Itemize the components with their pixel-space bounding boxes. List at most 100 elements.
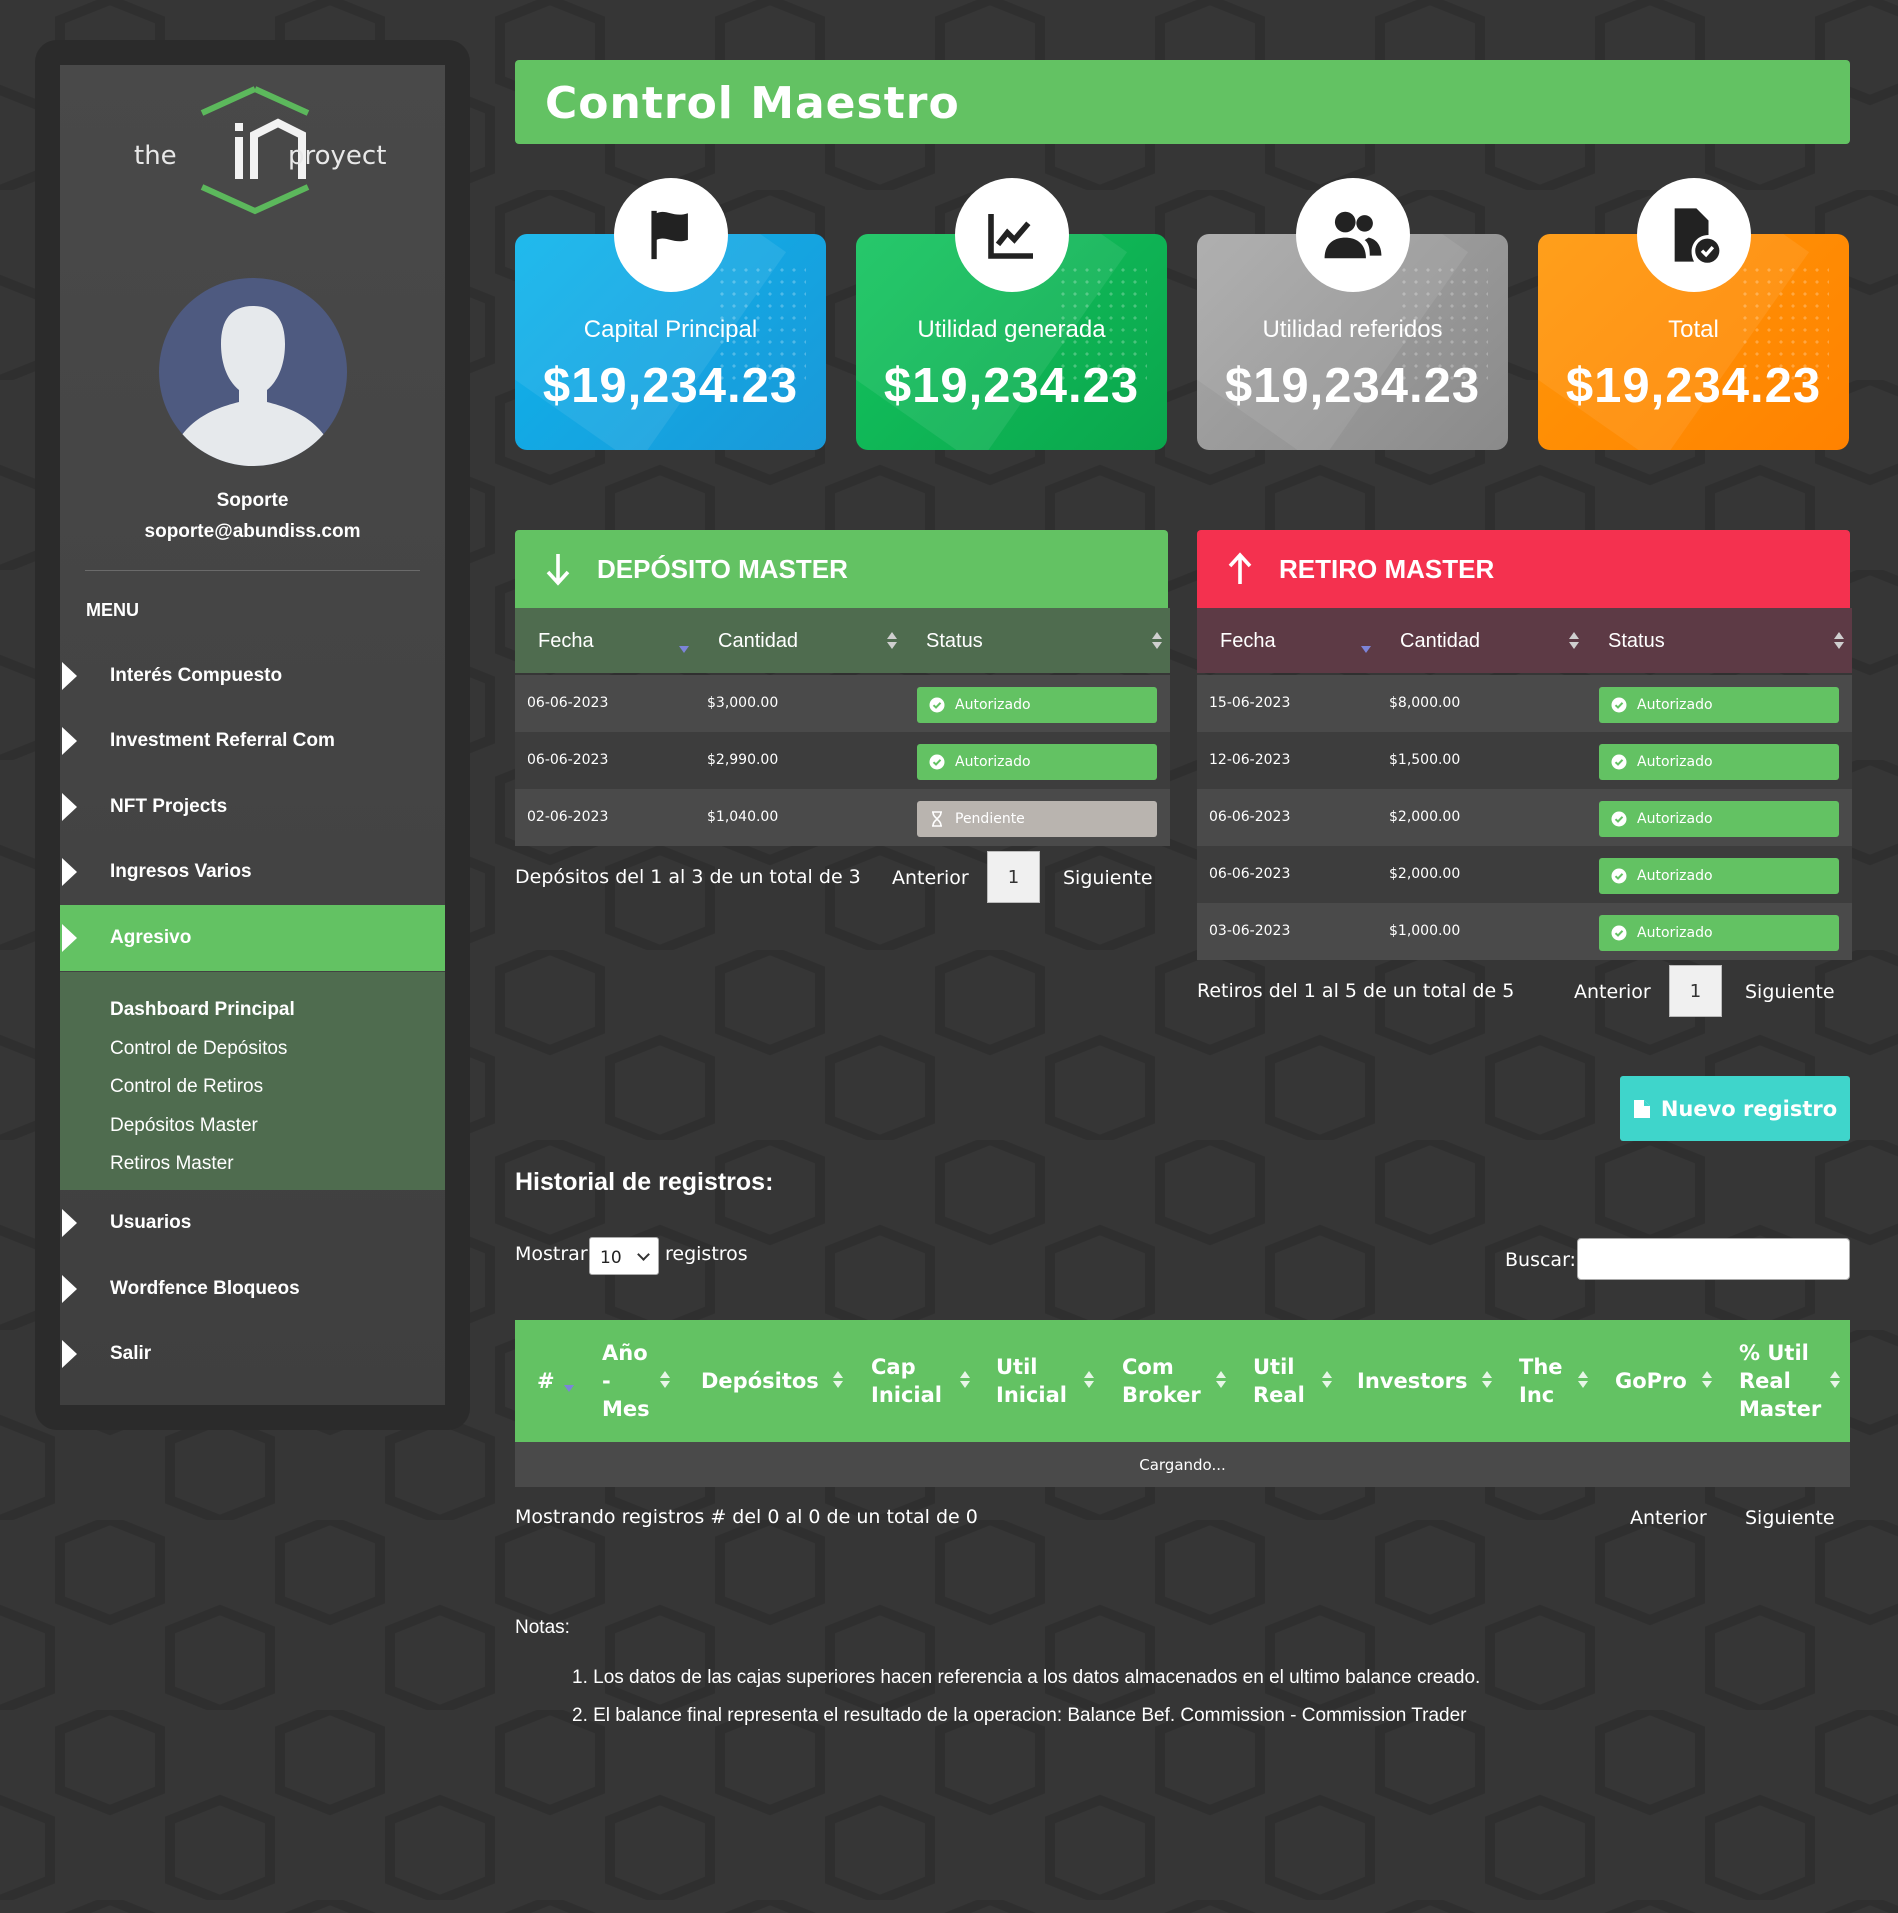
cell-cantidad: $1,040.00 <box>707 809 779 825</box>
deposit-table-header: Fecha Cantidad Status <box>515 608 1170 673</box>
column-header-line: Inicial <box>996 1383 1067 1407</box>
status-badge: Autorizado <box>1599 801 1839 837</box>
deposit-prev-button[interactable]: Anterior <box>892 867 969 889</box>
sort-icon[interactable] <box>1569 632 1579 652</box>
column-header-status[interactable]: Status <box>926 630 983 653</box>
column-header[interactable]: Cap Inicial <box>871 1353 942 1409</box>
sort-icon[interactable] <box>960 1371 970 1391</box>
card-value: $19,234.23 <box>1224 359 1481 413</box>
page-title: Control Maestro <box>545 78 960 129</box>
table-row: 06-06-2023 $3,000.00 Autorizado <box>515 675 1170 732</box>
column-header[interactable]: Depósitos <box>701 1367 819 1395</box>
column-header[interactable]: Año - Mes <box>602 1339 650 1423</box>
page-title-bar: Control Maestro <box>515 60 1850 144</box>
sort-icon[interactable] <box>1216 1371 1226 1391</box>
sort-icon[interactable] <box>1578 1371 1588 1391</box>
column-header-line: Util <box>1253 1355 1295 1379</box>
column-header[interactable]: Com Broker <box>1122 1353 1201 1409</box>
show-entries-label: Mostrar <box>515 1243 588 1265</box>
withdraw-page-1-button[interactable]: 1 <box>1669 965 1722 1017</box>
deposit-page-1-button[interactable]: 1 <box>987 851 1040 903</box>
table-row: 03-06-2023 $1,000.00 Autorizado <box>1197 903 1852 960</box>
card-value: $19,234.23 <box>1565 359 1822 413</box>
withdraw-next-button[interactable]: Siguiente <box>1745 981 1835 1003</box>
column-header-line: Real <box>1739 1369 1791 1393</box>
status-badge: Autorizado <box>1599 858 1839 894</box>
column-header-line: Inicial <box>871 1383 942 1407</box>
history-title: Historial de registros: <box>515 1168 774 1196</box>
cell-fecha: 06-06-2023 <box>1209 866 1291 882</box>
sort-icon[interactable] <box>1834 632 1844 652</box>
status-text: Autorizado <box>1637 697 1713 713</box>
card-capital-principal: Capital Principal $19,234.23 <box>515 178 826 450</box>
column-header-line: Investors <box>1357 1369 1468 1393</box>
cell-fecha: 03-06-2023 <box>1209 923 1291 939</box>
new-record-label: Nuevo registro <box>1660 1096 1838 1121</box>
search-label: Buscar: <box>1505 1249 1576 1271</box>
sort-icon[interactable] <box>833 1371 843 1391</box>
new-record-button[interactable]: Nuevo registro <box>1620 1076 1850 1141</box>
column-header-status[interactable]: Status <box>1608 630 1665 653</box>
history-prev-button[interactable]: Anterior <box>1630 1507 1707 1529</box>
deposit-next-button[interactable]: Siguiente <box>1063 867 1153 889</box>
sort-desc-icon[interactable] <box>564 1371 574 1392</box>
deposit-panel-header: DEPÓSITO MASTER <box>515 530 1168 608</box>
status-badge: Autorizado <box>917 687 1157 723</box>
arrow-up-icon <box>1228 552 1252 584</box>
status-badge: Pendiente <box>917 801 1157 837</box>
withdraw-panel-title: RETIRO MASTER <box>1279 553 1495 584</box>
sort-icon[interactable] <box>1084 1371 1094 1391</box>
sort-icon[interactable] <box>1482 1371 1492 1391</box>
check-circle-icon <box>1611 697 1627 713</box>
hourglass-icon <box>932 811 942 827</box>
column-header-cantidad[interactable]: Cantidad <box>1400 630 1480 653</box>
column-header-fecha[interactable]: Fecha <box>1220 630 1276 653</box>
status-badge: Autorizado <box>1599 915 1839 951</box>
column-header-line: % Util <box>1739 1341 1809 1365</box>
sort-icon[interactable] <box>1152 632 1162 652</box>
column-header-fecha[interactable]: Fecha <box>538 630 594 653</box>
card-label: Utilidad generada <box>917 316 1106 343</box>
column-header[interactable]: Util Inicial <box>996 1353 1067 1409</box>
search-input[interactable] <box>1577 1238 1850 1280</box>
arrow-down-icon <box>546 554 570 586</box>
check-circle-icon <box>1611 811 1627 827</box>
column-header[interactable]: The Inc <box>1519 1353 1563 1409</box>
column-header-cantidad[interactable]: Cantidad <box>718 630 798 653</box>
entries-per-page-value: 10 <box>600 1248 622 1268</box>
status-text: Autorizado <box>1637 925 1713 941</box>
table-row: 06-06-2023 $2,990.00 Autorizado <box>515 732 1170 789</box>
card-utilidad-generada: Utilidad generada $19,234.23 <box>856 178 1167 450</box>
column-header[interactable]: # <box>537 1367 555 1395</box>
sort-icon[interactable] <box>1322 1371 1332 1391</box>
check-circle-icon <box>1611 925 1627 941</box>
check-circle-icon <box>929 754 945 770</box>
sort-icon[interactable] <box>887 632 897 652</box>
cell-cantidad: $3,000.00 <box>707 695 779 711</box>
cell-cantidad: $1,500.00 <box>1389 752 1461 768</box>
column-header[interactable]: Util Real <box>1253 1353 1305 1409</box>
cell-fecha: 02-06-2023 <box>527 809 609 825</box>
sort-desc-icon[interactable] <box>1361 632 1371 653</box>
deposit-panel-title: DEPÓSITO MASTER <box>597 553 848 584</box>
withdraw-prev-button[interactable]: Anterior <box>1574 981 1651 1003</box>
entries-per-page-select[interactable]: 10 <box>589 1237 659 1275</box>
column-header[interactable]: GoPro <box>1615 1367 1687 1395</box>
sort-icon[interactable] <box>660 1371 670 1391</box>
column-header-line: Util <box>996 1355 1038 1379</box>
cell-cantidad: $1,000.00 <box>1389 923 1461 939</box>
status-text: Autorizado <box>1637 754 1713 770</box>
sort-desc-icon[interactable] <box>679 632 689 653</box>
column-header[interactable]: % Util Real Master <box>1739 1339 1821 1423</box>
check-circle-icon <box>1611 868 1627 884</box>
check-circle-icon <box>1611 754 1627 770</box>
status-text: Autorizado <box>955 697 1031 713</box>
sort-icon[interactable] <box>1702 1371 1712 1391</box>
flag-icon <box>614 178 728 292</box>
main-content: Control Maestro Capital Principal $19,23… <box>0 0 1898 1913</box>
withdraw-panel-header: RETIRO MASTER <box>1197 530 1850 608</box>
column-header[interactable]: Investors <box>1357 1367 1468 1395</box>
sort-icon[interactable] <box>1830 1371 1840 1391</box>
cell-fecha: 12-06-2023 <box>1209 752 1291 768</box>
history-next-button[interactable]: Siguiente <box>1745 1507 1835 1529</box>
